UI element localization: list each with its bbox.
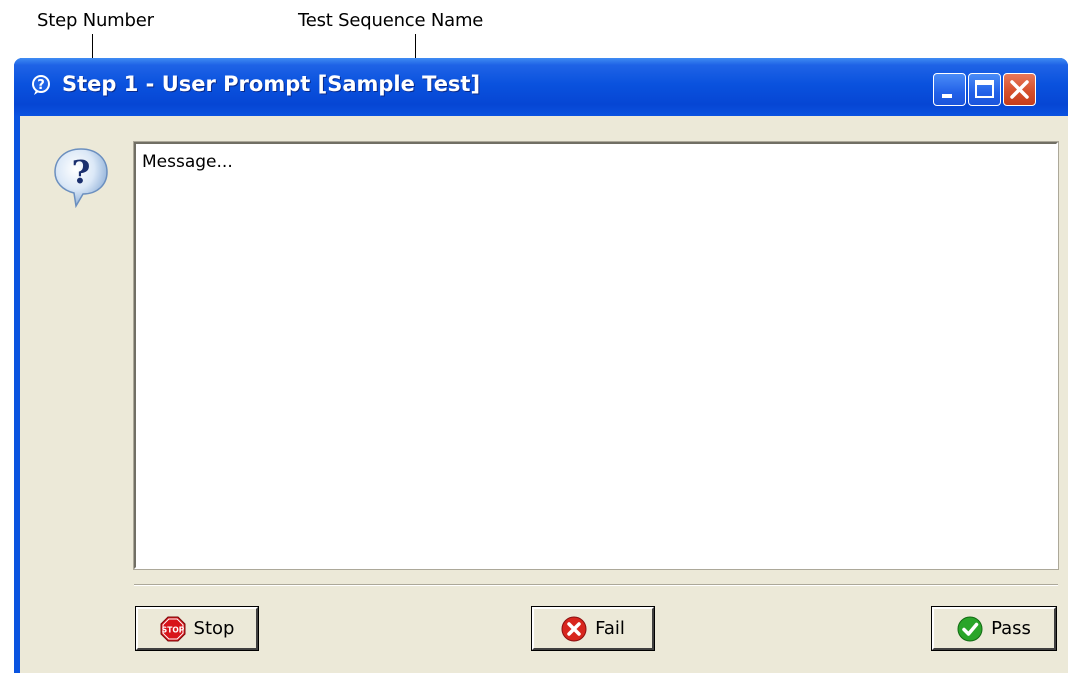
red-x-icon [561, 616, 587, 641]
title-bar[interactable]: ? Step 1 - User Prompt [Sample Test] [14, 58, 1068, 116]
annotation-step-number: Step Number [37, 10, 154, 31]
screenshot-stage: Step Number Test Sequence Name ? Step 1 … [0, 0, 1068, 673]
close-icon [1010, 80, 1029, 99]
fail-button-label: Fail [595, 618, 625, 639]
stop-button[interactable]: STOP Stop [135, 606, 259, 651]
maximize-icon [975, 80, 994, 98]
dialog-body: ? Message... STOP Stop Fail Pass [20, 116, 1068, 673]
pass-button[interactable]: Pass [931, 606, 1057, 651]
svg-text:?: ? [37, 78, 45, 93]
user-prompt-window: ? Step 1 - User Prompt [Sample Test] ? M… [14, 58, 1068, 673]
question-icon: ? [32, 75, 50, 95]
annotation-test-sequence-name: Test Sequence Name [298, 10, 484, 31]
svg-text:STOP: STOP [161, 625, 184, 634]
minimize-icon [942, 94, 952, 98]
window-title: Step 1 - User Prompt [Sample Test] [62, 72, 481, 96]
question-bubble-icon: ? [54, 148, 108, 208]
minimize-button[interactable] [933, 73, 966, 106]
fail-button[interactable]: Fail [531, 606, 655, 651]
svg-text:?: ? [72, 153, 91, 191]
annotation-test-sequence-name-line [415, 34, 416, 58]
green-check-icon [957, 616, 983, 641]
button-divider [134, 584, 1058, 586]
message-box[interactable]: Message... [133, 141, 1059, 570]
pass-button-label: Pass [991, 618, 1031, 639]
annotation-step-number-line [92, 34, 93, 58]
maximize-button[interactable] [968, 73, 1001, 106]
message-text: Message... [142, 152, 233, 172]
stop-button-label: Stop [193, 618, 235, 639]
close-button[interactable] [1003, 73, 1036, 106]
stop-sign-icon: STOP [160, 616, 186, 641]
